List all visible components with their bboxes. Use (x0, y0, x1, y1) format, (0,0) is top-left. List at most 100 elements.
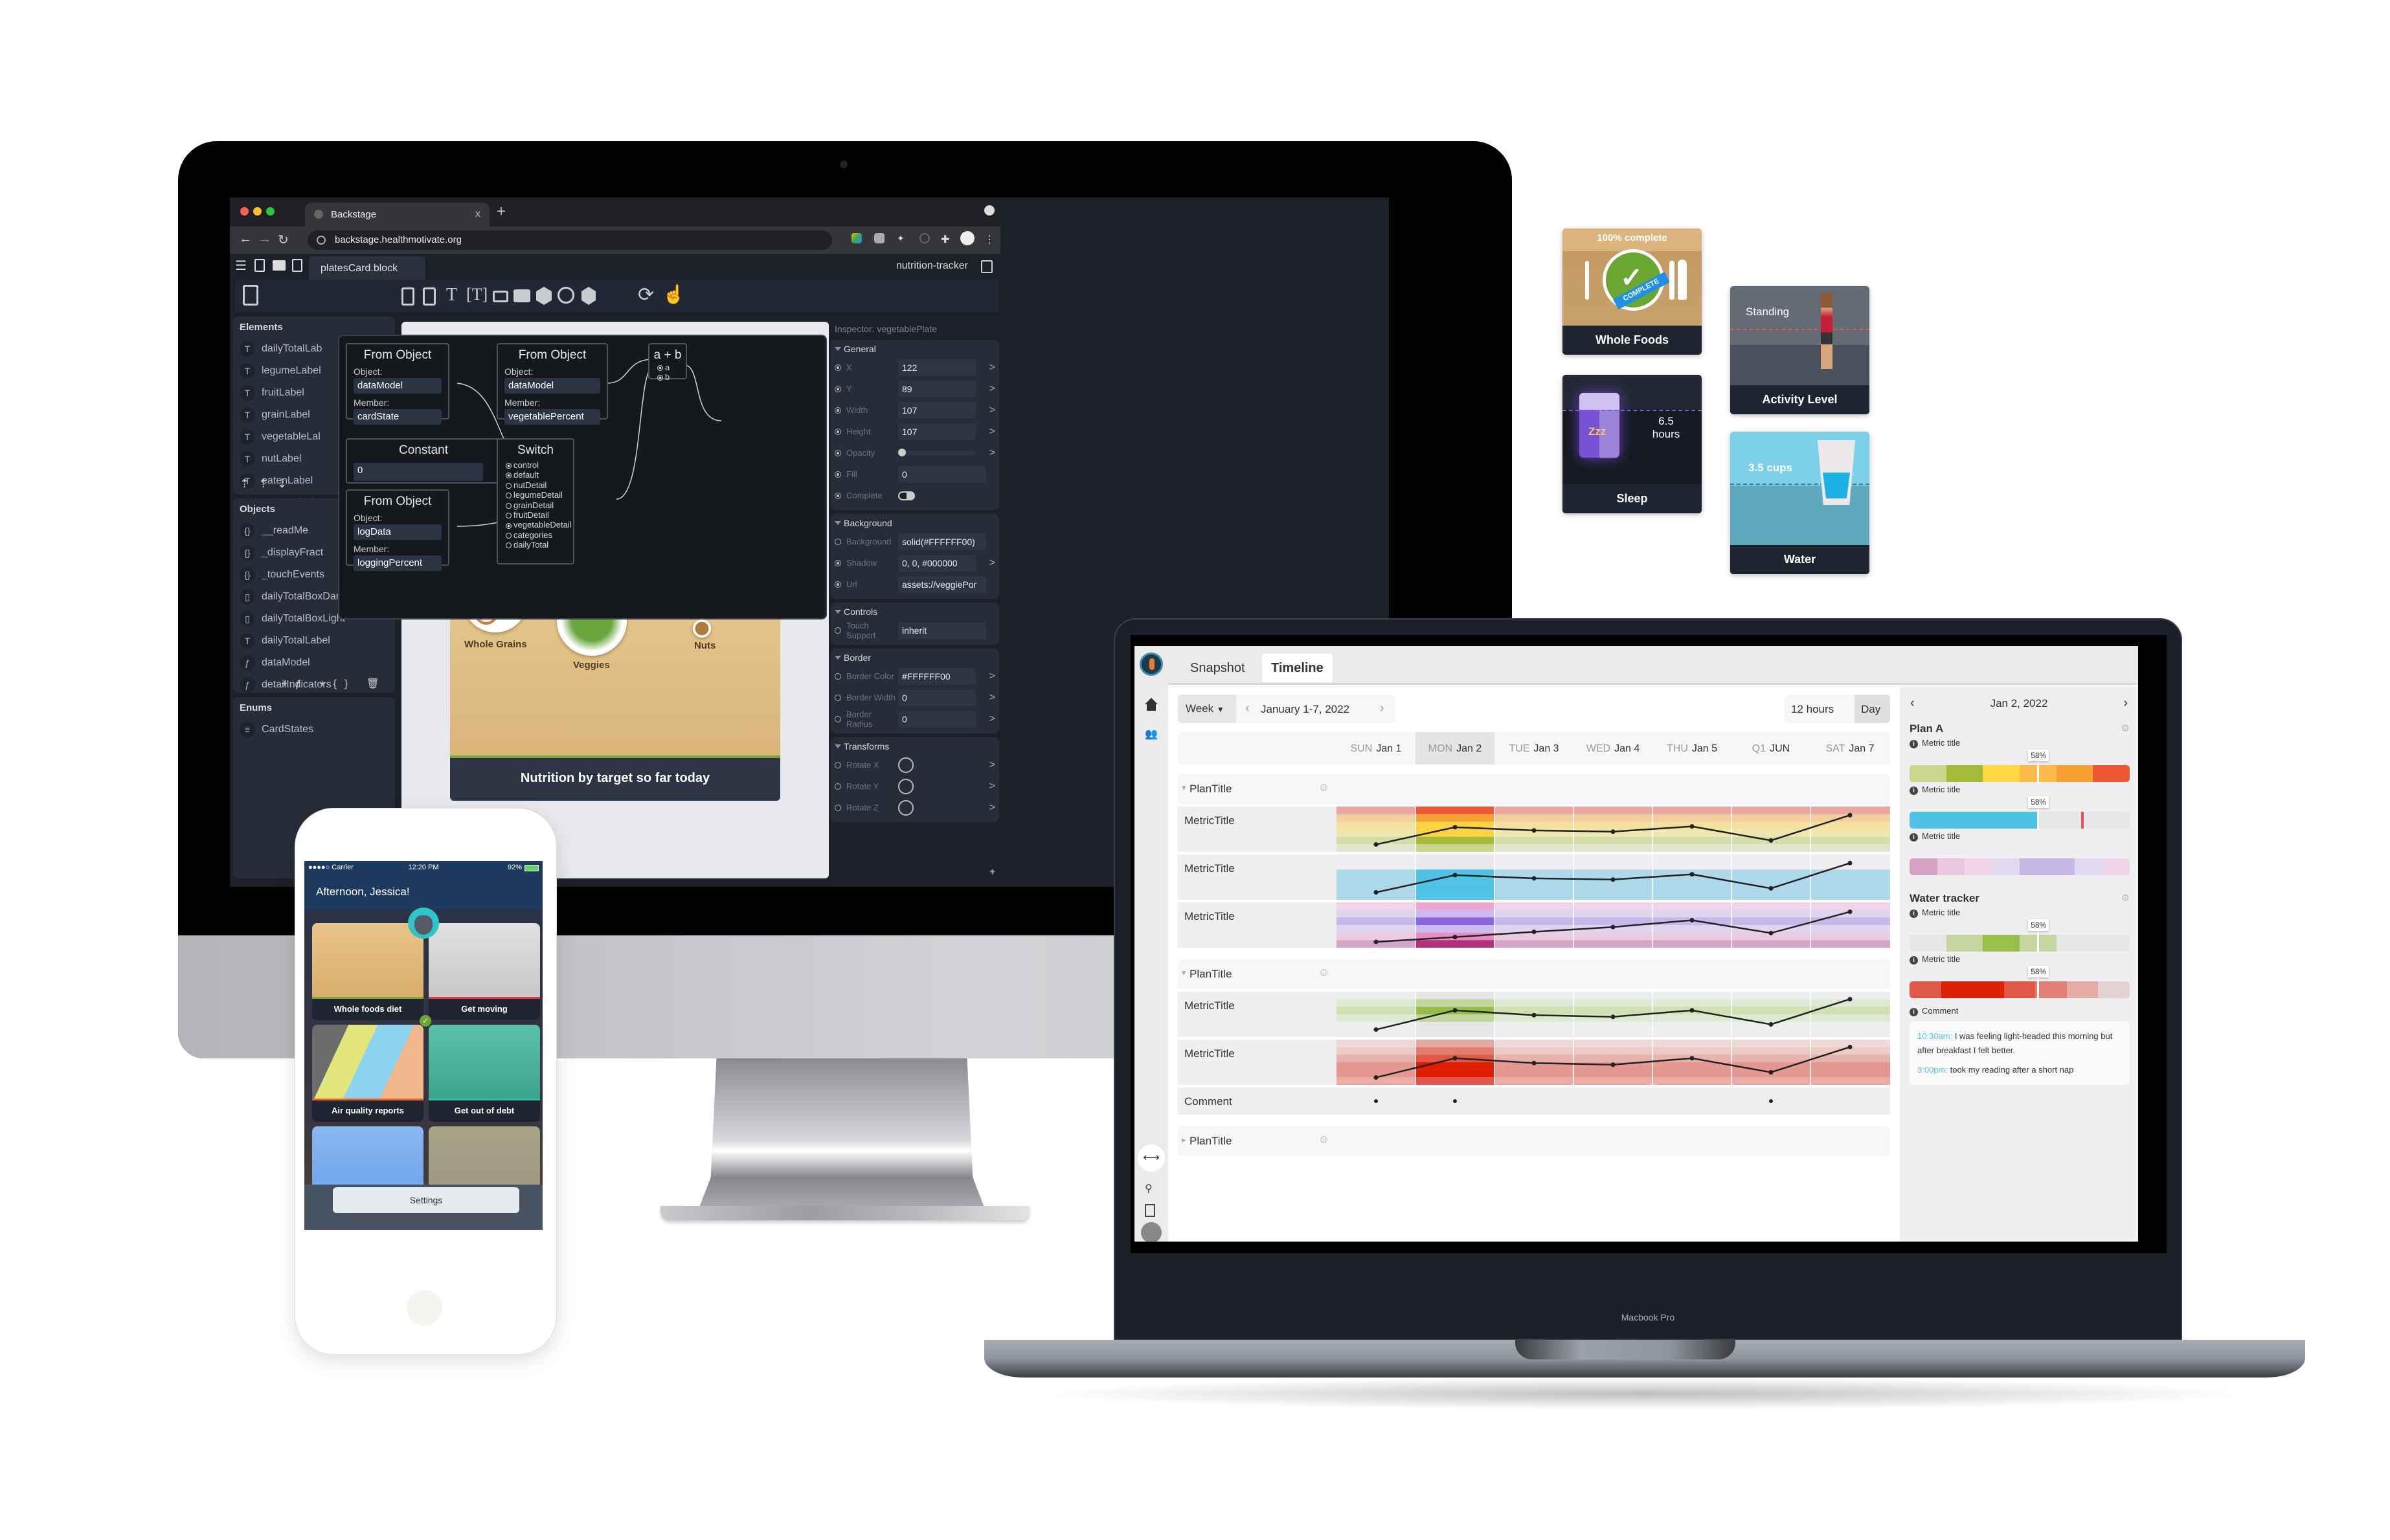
refresh-tool-icon[interactable]: ⟳ (638, 284, 654, 306)
switch-port[interactable]: default (498, 470, 573, 480)
tab-timeline[interactable]: Timeline (1262, 654, 1333, 682)
binding-radio[interactable] (835, 761, 841, 768)
plan-settings-icon[interactable]: ⚙ (1319, 1133, 1328, 1146)
new-file-icon[interactable] (254, 259, 265, 272)
metric-bar[interactable] (1910, 858, 2130, 875)
binding-radio[interactable] (835, 407, 841, 414)
touch-tool-icon[interactable]: ☝ (662, 284, 685, 305)
property-value[interactable]: 122 (898, 359, 976, 376)
owl-mascot[interactable] (408, 908, 439, 939)
textbox-tool-icon[interactable]: [T] (466, 285, 488, 304)
password-extension-icon[interactable] (919, 233, 930, 243)
switch-port[interactable]: grainDetail (498, 500, 573, 510)
open-folder-icon[interactable] (273, 260, 286, 271)
metric-label[interactable]: Metric title (1910, 954, 2130, 965)
plan-row[interactable]: ▾ PlanTitle ⚙ (1178, 774, 1890, 804)
add-node[interactable]: a + b a b (648, 343, 687, 382)
toggle-panel-icon[interactable] (243, 285, 258, 306)
binding-radio[interactable] (835, 627, 841, 634)
web-tool-icon[interactable] (558, 287, 574, 304)
text-tool-icon[interactable]: T (446, 285, 457, 306)
range-select[interactable]: Week ▼ (1178, 695, 1236, 723)
from-object-node-2[interactable]: From Object Object: dataModel Member: ve… (497, 343, 608, 425)
prev-range-icon[interactable]: ‹ (1245, 701, 1250, 716)
object-field[interactable]: dataModel (504, 378, 600, 394)
section-title[interactable]: General (831, 344, 999, 357)
profile-menu-icon[interactable] (984, 205, 995, 216)
zoom-day[interactable]: Day (1855, 695, 1890, 723)
binding-radio[interactable] (835, 581, 841, 588)
metric-label[interactable]: Metric title (1910, 785, 2130, 795)
day-column-header[interactable]: TUE Jan 3 (1494, 732, 1573, 764)
minimize-window-button[interactable] (253, 207, 262, 216)
from-object-node-3[interactable]: From Object Object: logData Member: logg… (346, 489, 449, 571)
property-value[interactable]: 0 (898, 689, 976, 706)
binding-radio[interactable] (835, 449, 841, 456)
opacity-slider[interactable] (898, 448, 976, 456)
pin-extension-icon[interactable]: ✦ (897, 233, 907, 243)
expand-arrow-icon[interactable]: > (989, 362, 995, 374)
expand-arrow-icon[interactable]: > (989, 692, 995, 704)
switch-port[interactable]: dailyTotal (498, 540, 573, 550)
logout-icon[interactable] (1145, 1204, 1155, 1217)
binding-radio[interactable] (835, 385, 841, 392)
puzzle-extensions-icon[interactable]: ✚ (941, 233, 951, 245)
day-column-header[interactable]: THU Jan 5 (1652, 732, 1731, 764)
avatar[interactable] (960, 231, 975, 245)
binding-radio[interactable] (835, 783, 841, 790)
section-settings-icon[interactable]: ⚙ (2121, 722, 2130, 734)
node-graph-editor[interactable]: From Object Object: dataModel Member: ca… (338, 335, 827, 619)
binding-radio[interactable] (835, 673, 841, 680)
program-tile[interactable]: Whole foods diet (312, 923, 423, 1020)
close-window-button[interactable] (240, 207, 249, 216)
section-title[interactable]: Transforms (831, 741, 999, 754)
expand-arrow-icon[interactable]: > (989, 426, 995, 438)
site-info-icon[interactable] (317, 236, 326, 245)
expand-icon[interactable]: ▸ (1182, 1135, 1186, 1145)
collapse-icon[interactable]: ▾ (1182, 783, 1186, 793)
property-value[interactable]: 0 (898, 465, 986, 483)
binding-radio[interactable] (835, 428, 841, 435)
layer-order-icons[interactable]: ⇡⇡⇣ (240, 477, 296, 491)
expand-arrow-icon[interactable]: > (989, 802, 995, 814)
video-tool-icon[interactable] (513, 289, 530, 302)
metric-bar[interactable] (1910, 935, 2130, 952)
metric-chart[interactable] (1336, 902, 1890, 948)
metric-label[interactable]: Metric title (1910, 908, 2130, 918)
slider-handle[interactable] (898, 448, 906, 456)
plan-row[interactable]: ▸ PlanTitle ⚙ (1178, 1126, 1890, 1156)
binding-radio[interactable] (835, 715, 841, 722)
section-title[interactable]: Background (831, 518, 999, 531)
property-value[interactable]: 107 (898, 423, 976, 440)
binding-radio[interactable] (835, 694, 841, 701)
collapse-icon[interactable]: ▾ (1182, 968, 1186, 978)
switch-node[interactable]: Switch control default nutDetail legumeDeta… (497, 438, 574, 564)
new-tab-button[interactable]: + (497, 203, 506, 221)
expand-arrow-icon[interactable]: > (989, 557, 995, 569)
day-column-header[interactable]: SUN Jan 1 (1336, 732, 1415, 764)
day-column-header[interactable]: SAT Jan 7 (1810, 732, 1889, 764)
from-object-node-1[interactable]: From Object Object: dataModel Member: ca… (346, 343, 449, 425)
switch-port[interactable]: fruitDetail (498, 510, 573, 520)
binding-radio[interactable] (835, 492, 841, 499)
binding-radio[interactable] (835, 471, 841, 478)
sleep-card[interactable]: Zzz 6.5 hours Sleep (1562, 375, 1702, 513)
switch-port[interactable]: legumeDetail (498, 490, 573, 500)
maximize-window-button[interactable] (266, 207, 275, 216)
member-field[interactable]: cardState (354, 409, 442, 425)
expand-arrow-icon[interactable]: > (989, 383, 995, 395)
program-tile[interactable]: Get moving (429, 923, 540, 1020)
program-tile[interactable]: Get out of debt (429, 1025, 540, 1122)
object-field[interactable]: logData (354, 524, 442, 540)
object-item[interactable]: TdailyTotalLabel (233, 630, 395, 652)
back-icon[interactable]: ← (239, 232, 252, 247)
metric-label[interactable]: Metric title (1910, 738, 2130, 748)
drive-extension-icon[interactable] (851, 233, 862, 243)
3d-model-tool-icon[interactable] (581, 287, 596, 305)
section-settings-icon[interactable]: ⚙ (2121, 892, 2130, 904)
switch-port[interactable]: categories (498, 530, 573, 540)
home-icon[interactable] (1145, 698, 1158, 711)
rotation-dial[interactable] (898, 757, 914, 773)
add-binding-icon[interactable]: ⌖ (989, 867, 995, 878)
forward-icon[interactable]: → (258, 232, 271, 247)
